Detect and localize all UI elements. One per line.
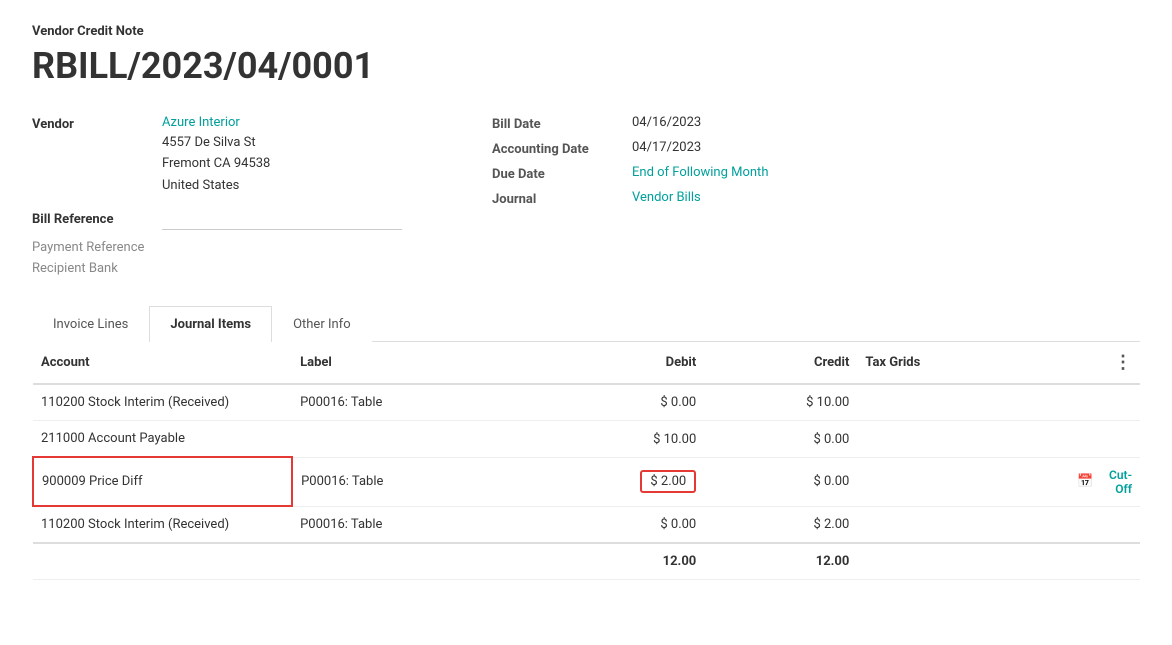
row4-account[interactable]: 110200 Stock Interim (Received) bbox=[33, 506, 292, 543]
row2-actions bbox=[1069, 421, 1140, 458]
row3-debit: $ 2.00 bbox=[551, 457, 704, 506]
row1-credit: $ 10.00 bbox=[704, 384, 857, 421]
accounting-date-label: Accounting Date bbox=[492, 140, 632, 157]
col-header-account: Account bbox=[33, 342, 292, 384]
tab-bar: Invoice Lines Journal Items Other Info bbox=[32, 306, 1140, 342]
totals-empty1 bbox=[33, 543, 292, 580]
row4-credit: $ 2.00 bbox=[704, 506, 857, 543]
table-row: 211000 Account Payable $ 10.00 $ 0.00 bbox=[33, 421, 1140, 458]
row3-account[interactable]: 900009 Price Diff bbox=[33, 457, 292, 506]
row4-actions bbox=[1069, 506, 1140, 543]
row4-label: P00016: Table bbox=[292, 506, 551, 543]
row2-label bbox=[292, 421, 551, 458]
vendor-name[interactable]: Azure Interior bbox=[162, 115, 270, 130]
table-row-highlighted: 900009 Price Diff P00016: Table $ 2.00 $… bbox=[33, 457, 1140, 506]
payment-reference-label: Payment Reference bbox=[32, 240, 144, 255]
bill-reference-input[interactable] bbox=[162, 210, 402, 230]
col-header-label: Label bbox=[292, 342, 551, 384]
journal-value[interactable]: Vendor Bills bbox=[632, 190, 701, 205]
bill-date-value: 04/16/2023 bbox=[632, 115, 701, 130]
row1-label: P00016: Table bbox=[292, 384, 551, 421]
col-header-actions: ⋮ bbox=[1069, 342, 1140, 384]
col-header-credit: Credit bbox=[704, 342, 857, 384]
row1-actions bbox=[1069, 384, 1140, 421]
col-header-taxgrids: Tax Grids bbox=[857, 342, 1069, 384]
totals-credit: 12.00 bbox=[704, 543, 857, 580]
journal-items-table: Account Label Debit Credit Tax Grids ⋮ 1… bbox=[32, 342, 1140, 580]
totals-debit: 12.00 bbox=[551, 543, 704, 580]
document-type: Vendor Credit Note bbox=[32, 24, 1140, 39]
row1-debit: $ 0.00 bbox=[551, 384, 704, 421]
calendar-icon: 📅 bbox=[1077, 474, 1093, 489]
journal-label: Journal bbox=[492, 190, 632, 207]
row1-account[interactable]: 110200 Stock Interim (Received) bbox=[33, 384, 292, 421]
vendor-label: Vendor bbox=[32, 115, 162, 132]
totals-empty4 bbox=[1069, 543, 1140, 580]
row2-credit: $ 0.00 bbox=[704, 421, 857, 458]
row3-actions[interactable]: 📅 Cut-Off bbox=[1069, 457, 1140, 506]
row4-debit: $ 0.00 bbox=[551, 506, 704, 543]
bill-reference-label: Bill Reference bbox=[32, 210, 162, 227]
col-header-debit: Debit bbox=[551, 342, 704, 384]
more-options-icon[interactable]: ⋮ bbox=[1114, 352, 1132, 373]
tab-invoice-lines[interactable]: Invoice Lines bbox=[32, 306, 149, 342]
totals-empty3 bbox=[857, 543, 1069, 580]
accounting-date-value: 04/17/2023 bbox=[632, 140, 701, 155]
due-date-value[interactable]: End of Following Month bbox=[632, 165, 768, 180]
row3-label: P00016: Table bbox=[292, 457, 551, 506]
totals-empty2 bbox=[292, 543, 551, 580]
tab-other-info[interactable]: Other Info bbox=[272, 306, 372, 342]
row2-account[interactable]: 211000 Account Payable bbox=[33, 421, 292, 458]
row3-credit: $ 0.00 bbox=[704, 457, 857, 506]
document-title: RBILL/2023/04/0001 bbox=[32, 45, 1140, 87]
table-row: 110200 Stock Interim (Received) P00016: … bbox=[33, 506, 1140, 543]
vendor-address-line2: Fremont CA 94538 bbox=[162, 153, 270, 174]
row2-debit: $ 10.00 bbox=[551, 421, 704, 458]
row2-taxgrids bbox=[857, 421, 1069, 458]
due-date-label: Due Date bbox=[492, 165, 632, 182]
tab-journal-items[interactable]: Journal Items bbox=[149, 306, 272, 342]
totals-row: 12.00 12.00 bbox=[33, 543, 1140, 580]
bill-date-label: Bill Date bbox=[492, 115, 632, 132]
cut-off-label[interactable]: Cut-Off bbox=[1098, 468, 1133, 496]
row3-taxgrids bbox=[857, 457, 1069, 506]
vendor-address-line3: United States bbox=[162, 175, 270, 196]
table-row: 110200 Stock Interim (Received) P00016: … bbox=[33, 384, 1140, 421]
row1-taxgrids bbox=[857, 384, 1069, 421]
recipient-bank-label: Recipient Bank bbox=[32, 261, 118, 276]
row4-taxgrids bbox=[857, 506, 1069, 543]
vendor-address-line1: 4557 De Silva St bbox=[162, 132, 270, 153]
